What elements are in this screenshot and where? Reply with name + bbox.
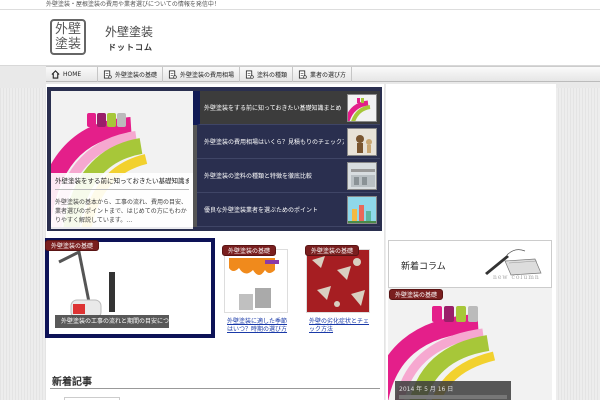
logo-line-2: 塗装: [54, 37, 81, 52]
slider-item-title: 外壁塗装の費用相場はいくら？見積もりのチェック方法: [204, 139, 344, 146]
nav-item-paint-types[interactable]: 塗料の種類: [240, 67, 294, 82]
site-logo[interactable]: 外壁 塗装: [50, 19, 86, 55]
slider-caption-title: 外壁塗装をする前に知っておきたい基礎知識まとめ: [55, 177, 189, 190]
category-badge[interactable]: 外壁塗装の基礎: [222, 245, 277, 256]
site-header: 外壁 塗装 外壁塗装 ドットコム: [0, 10, 600, 66]
nav-item-choose-contractor[interactable]: 業者の選び方: [293, 67, 353, 82]
peeling-wall-image: [307, 250, 369, 312]
main-nav: HOME 外壁塗装の基礎 外壁塗装の費用相場 塗料の種類 業者の選び方: [46, 66, 600, 82]
nav-item-label: 業者の選び方: [310, 72, 347, 79]
slider-list-item[interactable]: 優良な外壁塗装業者を選ぶためのポイント: [197, 193, 380, 227]
nav-item-basics[interactable]: 外壁塗装の基礎: [98, 67, 164, 82]
slider-list-item[interactable]: 外壁塗装をする前に知っておきたい基礎知識まとめ: [197, 91, 380, 125]
slider-caption[interactable]: 外壁塗装をする前に知っておきたい基礎知識まとめ 外壁塗装の基本から、工事の流れ、…: [51, 173, 193, 229]
article-title-bar: [399, 395, 507, 399]
slider-item-thumbnail: [347, 196, 377, 224]
top-announcement-bar: 外壁塗装・屋根塗装の費用や業者選びについての情報を発信中！: [0, 0, 600, 10]
document-icon: [168, 70, 177, 79]
nav-item-home[interactable]: HOME: [46, 67, 98, 82]
featured-card-small[interactable]: [306, 249, 370, 313]
sidebar-article-meta[interactable]: 2014 年 5 月 16 日: [395, 381, 511, 400]
home-icon: [51, 70, 60, 79]
featured-card-small[interactable]: [224, 249, 288, 313]
slider-item-thumbnail: [347, 162, 377, 190]
featured-card-caption: 外壁塗装の工事の流れと期間の目安について: [55, 315, 169, 328]
nav-item-label: 外壁塗装の費用相場: [180, 72, 235, 79]
slider-caption-text: 外壁塗装の基本から、工事の流れ、費用の目安、業者選びのポイントまで、はじめての方…: [55, 199, 188, 224]
slider-list-item[interactable]: 外壁塗装の費用相場はいくら？見積もりのチェック方法: [197, 125, 380, 159]
slider-list: 外壁塗装をする前に知っておきたい基礎知識まとめ 外壁塗装の費用相場はいくら？見積…: [197, 91, 380, 227]
article-link[interactable]: 外壁塗装に適した季節はいつ？時期の選び方: [227, 318, 291, 334]
top-announcement-text: 外壁塗装・屋根塗装の費用や業者選びについての情報を発信中！: [46, 1, 220, 8]
section-title: 新着記事: [52, 377, 92, 388]
category-badge[interactable]: 外壁塗装の基礎: [389, 289, 444, 300]
slider-list-item[interactable]: 外壁塗装の塗料の種類と特徴を徹底比較: [197, 159, 380, 193]
document-icon: [298, 70, 307, 79]
article-date: 2014 年 5 月 16 日: [399, 386, 454, 393]
nav-item-cost[interactable]: 外壁塗装の費用相場: [163, 67, 241, 82]
category-badge[interactable]: 外壁塗装の基礎: [45, 240, 100, 251]
paint-cans-image: [225, 250, 287, 312]
site-subtitle[interactable]: ドットコム: [108, 42, 153, 53]
category-badge[interactable]: 外壁塗装の基礎: [305, 245, 360, 256]
slider-item-title: 外壁塗装の塗料の種類と特徴を徹底比較: [204, 173, 313, 180]
slider-item-title: 優良な外壁塗装業者を選ぶためのポイント: [204, 207, 319, 214]
widget-title: 新着コラム: [401, 262, 446, 272]
nav-item-label: HOME: [63, 71, 82, 78]
nav-item-label: 外壁塗装の基礎: [115, 72, 158, 79]
nav-item-label: 塗料の種類: [257, 72, 288, 79]
article-link[interactable]: 外壁の劣化症状とチェック方法: [309, 318, 373, 334]
slider-item-thumbnail: [347, 94, 377, 122]
document-icon: [103, 70, 112, 79]
featured-card-large[interactable]: 外壁塗装の工事の流れと期間の目安について: [45, 238, 215, 338]
slider-item-thumbnail: [347, 128, 377, 156]
section-divider: [50, 388, 380, 389]
logo-line-1: 外壁: [54, 22, 81, 37]
featured-slider: 外壁塗装をする前に知っておきたい基礎知識まとめ 外壁塗装の基本から、工事の流れ、…: [47, 87, 382, 231]
widget-subtitle: new column: [493, 274, 540, 281]
document-icon: [245, 70, 254, 79]
slider-item-title: 外壁塗装をする前に知っておきたい基礎知識まとめ: [204, 105, 342, 112]
site-title[interactable]: 外壁塗装: [105, 23, 153, 40]
new-column-widget-header: 新着コラム new column: [388, 240, 552, 288]
